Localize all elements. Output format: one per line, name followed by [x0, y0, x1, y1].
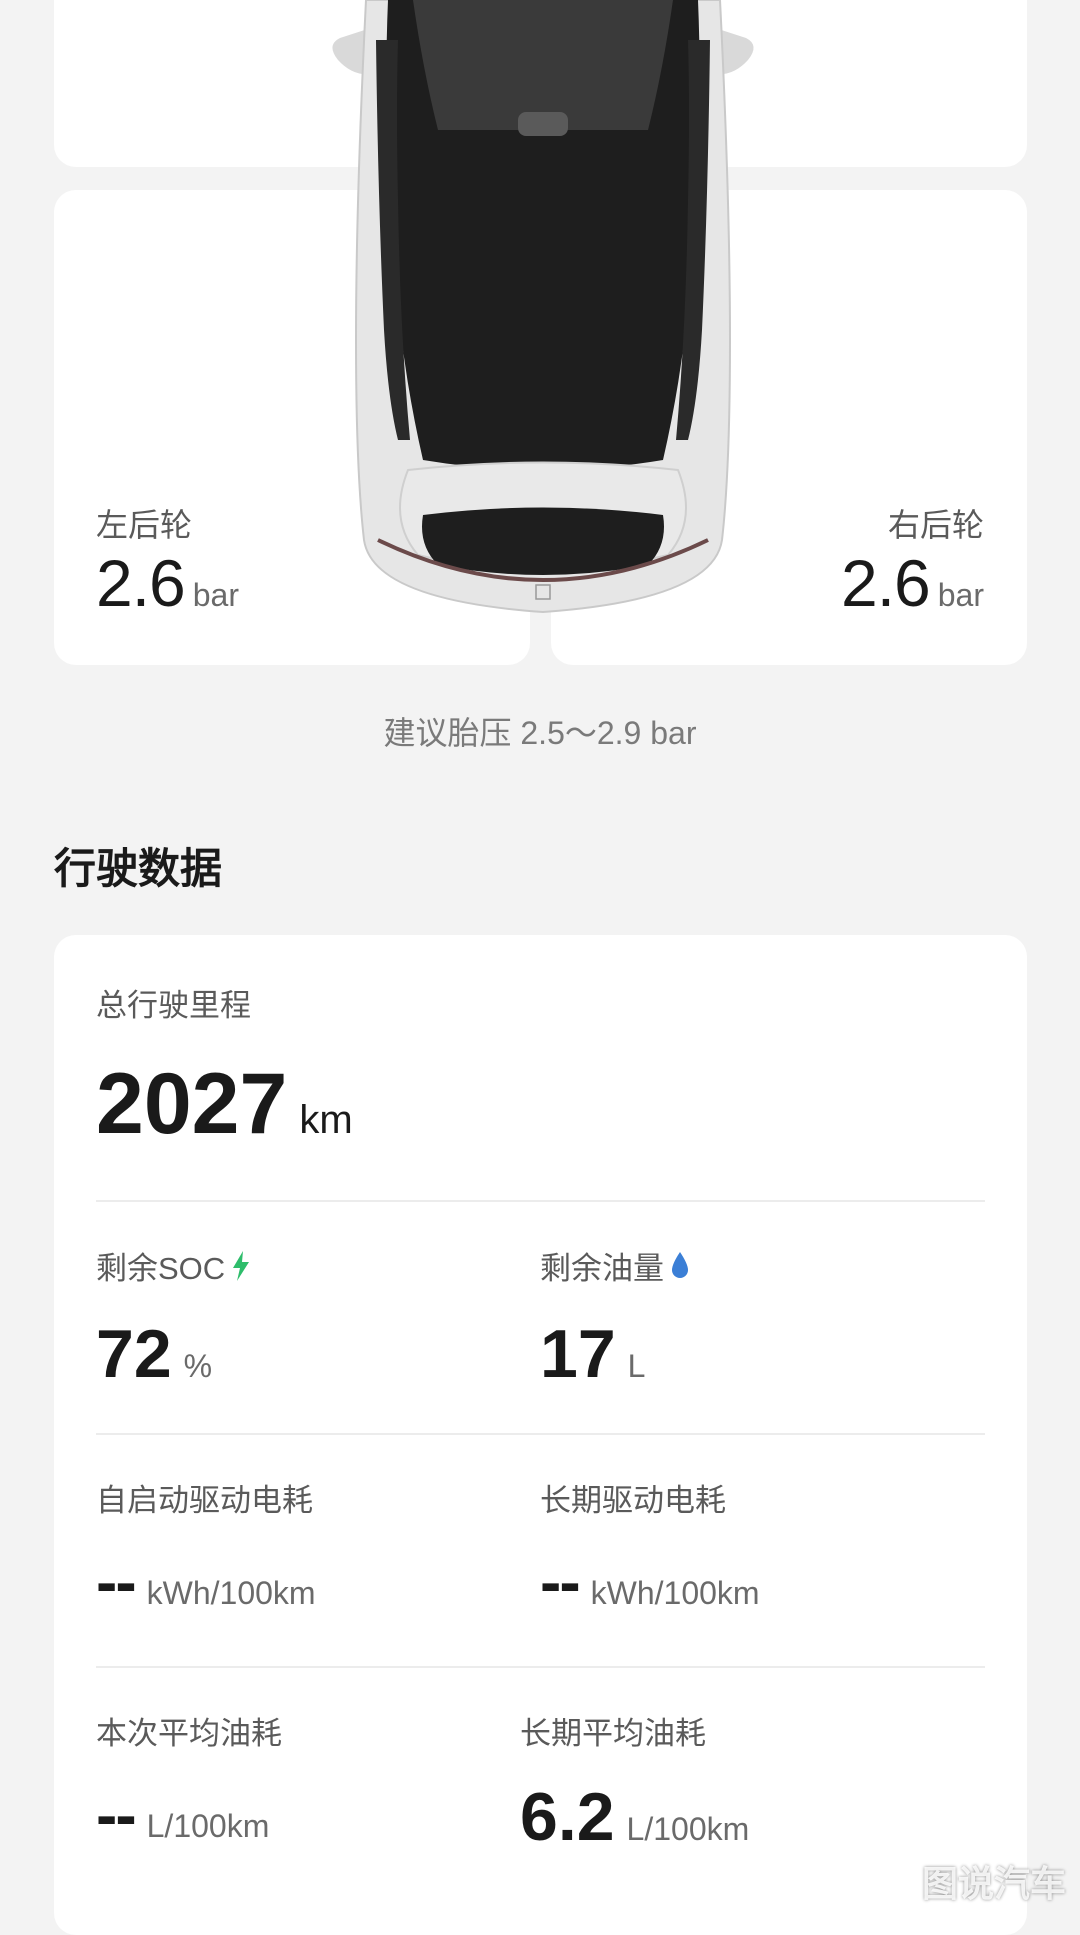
rear-right-tire-unit: bar	[937, 577, 984, 613]
long-fuel-unit: L/100km	[626, 1811, 750, 1847]
total-mileage-value: 2027 km	[96, 1055, 353, 1154]
soc-label: 剩余SOC	[96, 1251, 226, 1286]
trip-fuel-value: -- L/100km	[96, 1778, 269, 1852]
car-top-view-image	[332, 0, 754, 614]
soc-unit: %	[183, 1348, 213, 1384]
soc-label-row: 剩余SOC	[96, 1243, 251, 1288]
droplet-icon	[672, 1251, 688, 1278]
watermark: 图说汽车	[921, 1863, 1066, 1904]
fuel-number: 17	[540, 1316, 616, 1392]
long-fuel-label: 长期平均油耗	[520, 1716, 706, 1751]
soc-number: 72	[96, 1316, 172, 1392]
trip-energy-unit: kWh/100km	[146, 1575, 316, 1611]
long-energy-label: 长期驱动电耗	[540, 1483, 726, 1518]
divider	[96, 1200, 985, 1202]
rear-left-tire-label: 左后轮	[96, 507, 193, 543]
long-fuel-number: 6.2	[520, 1779, 615, 1855]
trip-fuel-number: --	[96, 1779, 137, 1851]
rear-right-tire-pressure: 2.6	[841, 546, 931, 620]
trip-fuel-unit: L/100km	[146, 1808, 270, 1844]
total-mileage-label: 总行驶里程	[96, 988, 251, 1023]
driving-data-title: 行驶数据	[54, 845, 223, 892]
rear-right-tire-value: 2.6 bar	[841, 545, 984, 621]
trip-energy-value: -- kWh/100km	[96, 1545, 316, 1619]
trip-energy-number: --	[96, 1546, 137, 1618]
total-mileage-unit: km	[299, 1098, 353, 1142]
divider	[96, 1666, 985, 1668]
rear-left-tire-unit: bar	[192, 577, 239, 613]
long-fuel-value: 6.2 L/100km	[520, 1778, 749, 1856]
total-mileage-number: 2027	[96, 1056, 288, 1152]
divider	[96, 1433, 985, 1435]
rear-left-tire-value: 2.6 bar	[96, 545, 239, 621]
trip-energy-label: 自启动驱动电耗	[96, 1483, 313, 1518]
long-energy-number: --	[540, 1546, 581, 1618]
fuel-label: 剩余油量	[540, 1251, 664, 1286]
rear-right-tire-label: 右后轮	[887, 507, 984, 543]
long-energy-unit: kWh/100km	[590, 1575, 760, 1611]
long-energy-value: -- kWh/100km	[540, 1545, 760, 1619]
lightning-icon	[233, 1250, 250, 1281]
fuel-unit: L	[627, 1348, 646, 1384]
recommended-pressure-hint: 建议胎压 2.5～2.9 bar	[383, 715, 697, 751]
rear-left-tire-pressure: 2.6	[96, 546, 186, 620]
soc-value: 72 %	[96, 1315, 212, 1393]
fuel-label-row: 剩余油量	[540, 1243, 690, 1288]
trip-fuel-label: 本次平均油耗	[96, 1716, 282, 1751]
fuel-value: 17 L	[540, 1315, 645, 1393]
